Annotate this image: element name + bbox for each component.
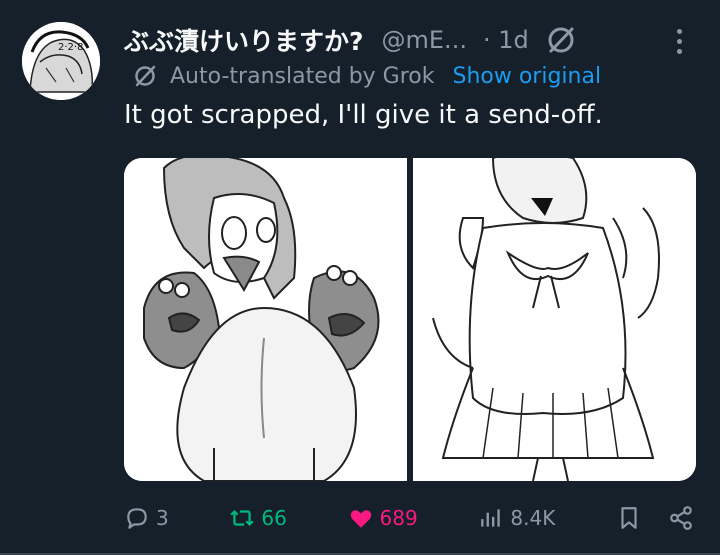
- translation-note: Auto-translated by Grok: [170, 63, 435, 89]
- reply-count: 3: [156, 506, 169, 530]
- grok-icon: [135, 65, 156, 87]
- reply-button[interactable]: 3: [124, 505, 169, 531]
- timestamp[interactable]: · 1d: [483, 26, 529, 54]
- show-original-link[interactable]: Show original: [452, 64, 601, 89]
- view-count: 8.4K: [510, 506, 556, 530]
- reply-icon: [127, 508, 147, 529]
- views-button[interactable]: 8.4K: [478, 505, 555, 531]
- more-icon[interactable]: [664, 24, 694, 58]
- tweet-header: ぶぶ漬けいりますか? @mE... · 1d: [124, 18, 577, 62]
- media-image-2[interactable]: [413, 158, 696, 481]
- handle[interactable]: @mE...: [382, 26, 467, 54]
- views-icon: [481, 509, 501, 527]
- display-name[interactable]: ぶぶ漬けいりますか?: [124, 22, 364, 58]
- like-count: 689: [379, 506, 418, 530]
- like-button[interactable]: 689: [348, 505, 418, 531]
- tweet[interactable]: 2·2·8 ぶぶ漬けいりますか? @mE... · 1d Auto-transl…: [0, 0, 720, 555]
- media-image-1[interactable]: [124, 158, 407, 481]
- translation-row: Auto-translated by Grok Show original: [132, 60, 601, 92]
- tweet-text: It got scrapped, I'll give it a send-off…: [124, 100, 603, 130]
- bookmark-icon[interactable]: [616, 505, 642, 531]
- avatar-text: 2·2·8: [58, 42, 83, 53]
- like-icon: [350, 510, 371, 528]
- action-bar: 3 66 689 8.4K: [124, 500, 694, 536]
- grok-icon: [548, 27, 574, 53]
- share-icon[interactable]: [668, 505, 694, 531]
- media-grid: [124, 158, 696, 481]
- retweet-button[interactable]: 66: [229, 505, 287, 531]
- action-right-group: [616, 505, 694, 531]
- retweet-icon: [230, 509, 255, 527]
- avatar[interactable]: 2·2·8: [22, 22, 100, 100]
- retweet-count: 66: [261, 506, 287, 530]
